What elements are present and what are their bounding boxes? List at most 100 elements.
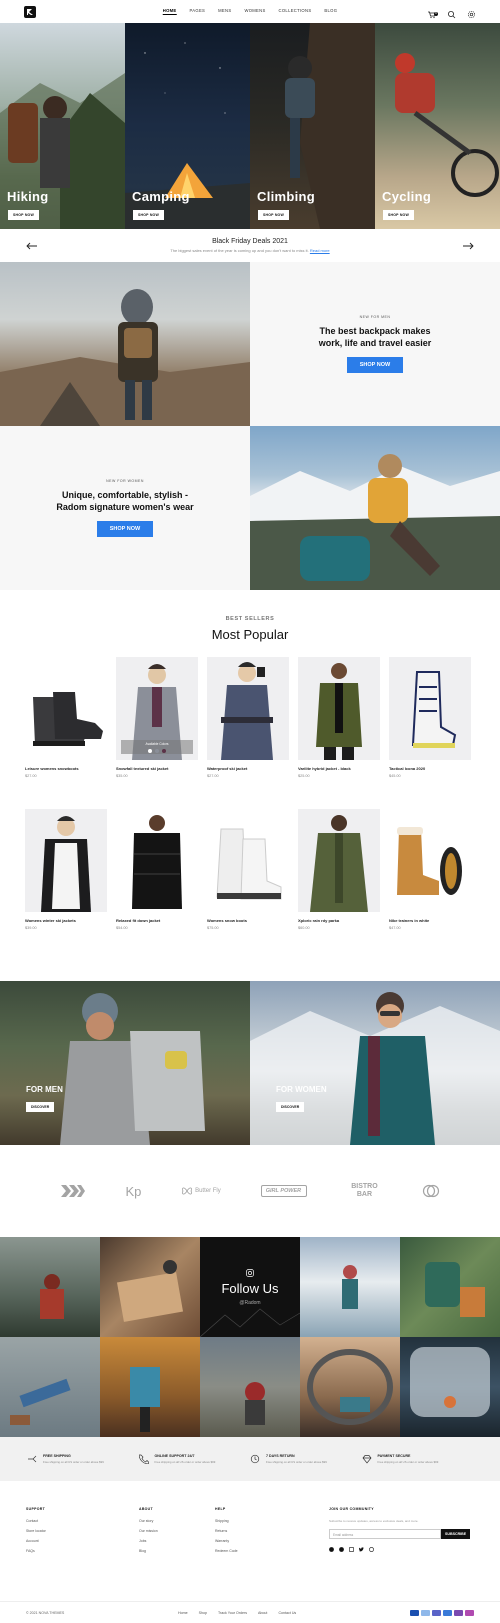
settings-icon[interactable] — [467, 6, 476, 19]
read-more-link[interactable]: Read more — [310, 248, 330, 253]
product-image[interactable] — [25, 657, 107, 760]
gallery-photo[interactable] — [300, 1337, 400, 1437]
nav-womens[interactable]: WOMENS — [244, 8, 265, 15]
arrow-left-icon[interactable] — [26, 242, 38, 250]
gallery-photo[interactable] — [0, 1237, 100, 1337]
facebook-icon[interactable] — [329, 1547, 334, 1552]
color-swatch[interactable] — [148, 749, 152, 753]
color-swatch[interactable] — [162, 749, 166, 753]
gallery-photo[interactable] — [200, 1337, 300, 1437]
product-card[interactable]: Varilite hybrid jacket - black $25.00 — [298, 657, 380, 809]
nav-home[interactable]: HOME — [162, 8, 177, 15]
hero-hiking[interactable]: Hiking SHOP NOW — [0, 23, 125, 229]
nav-mens[interactable]: MENS — [218, 8, 231, 15]
product-name[interactable]: Womens winter ski jackets — [25, 918, 107, 923]
footer-link[interactable]: Account — [26, 1539, 139, 1543]
instagram-handle[interactable]: @Radom — [239, 1300, 260, 1306]
shop-now-button[interactable]: SHOP NOW — [346, 357, 404, 373]
gallery-photo[interactable] — [0, 1337, 100, 1437]
shop-now-button[interactable]: SHOP NOW — [258, 210, 289, 220]
footer-link[interactable]: Our mission — [139, 1529, 215, 1533]
product-name[interactable]: Nike trainers in white — [389, 918, 471, 923]
product-name[interactable]: Waterproof ski jacket — [207, 766, 289, 771]
footer-link[interactable]: Jobs — [139, 1539, 215, 1543]
bottom-link[interactable]: About — [258, 1611, 267, 1615]
nav-blog[interactable]: BLOG — [324, 8, 337, 15]
for-men-banner[interactable]: FOR MEN DISCOVER — [0, 981, 250, 1145]
product-card[interactable]: Xploric rain rdy parka $60.00 — [298, 809, 380, 961]
hero-cycling[interactable]: Cycling SHOP NOW — [375, 23, 500, 229]
shop-now-button[interactable]: SHOP NOW — [96, 521, 154, 537]
cart-icon[interactable]: 0 — [427, 6, 438, 19]
twitter-icon[interactable] — [358, 1547, 364, 1552]
product-card[interactable]: Leisure womens snowboots $27.00 — [25, 657, 107, 809]
product-image[interactable] — [25, 809, 107, 912]
product-card[interactable]: Nike trainers in white $47.00 — [389, 809, 471, 961]
hero-climbing[interactable]: Climbing SHOP NOW — [250, 23, 375, 229]
product-image[interactable] — [389, 657, 471, 760]
brand-logo-butterfly[interactable]: Butter Fly — [181, 1185, 221, 1197]
footer-link[interactable]: Our story — [139, 1519, 215, 1523]
pinterest-icon[interactable] — [339, 1547, 344, 1552]
product-image[interactable]: Available Colors — [116, 657, 198, 760]
footer-link[interactable]: FAQs — [26, 1549, 139, 1553]
instagram-icon[interactable] — [349, 1547, 355, 1553]
brand-logo-kp[interactable]: Kp — [126, 1184, 142, 1199]
product-card[interactable]: Waterproof ski jacket $27.00 — [207, 657, 289, 809]
footer-link[interactable]: Warranty — [215, 1539, 329, 1543]
gallery-photo[interactable] — [400, 1337, 500, 1437]
for-women-banner[interactable]: FOR WOMEN DISCOVER — [250, 981, 500, 1145]
shop-now-button[interactable]: SHOP NOW — [133, 210, 164, 220]
dribbble-icon[interactable] — [369, 1547, 374, 1552]
gallery-photo[interactable] — [100, 1237, 200, 1337]
product-name[interactable]: Varilite hybrid jacket - black — [298, 766, 380, 771]
gallery-photo[interactable] — [100, 1337, 200, 1437]
hero-camping[interactable]: Camping SHOP NOW — [125, 23, 250, 229]
product-name[interactable]: Womens snow boots — [207, 918, 289, 923]
brand-logo-rings[interactable] — [422, 1184, 440, 1198]
product-image[interactable] — [207, 809, 289, 912]
product-name[interactable]: Tactical Icona 2020 — [389, 766, 471, 771]
product-name[interactable]: Snowfall textured ski jacket — [116, 766, 198, 771]
product-image[interactable] — [116, 809, 198, 912]
product-name[interactable]: Leisure womens snowboots — [25, 766, 107, 771]
bottom-link[interactable]: Home — [178, 1611, 188, 1615]
brand-logo-bistro-bar[interactable]: BISTRO BAR — [346, 1183, 382, 1199]
product-card[interactable]: Womens winter ski jackets $39.00 — [25, 809, 107, 961]
product-card[interactable]: Available Colors Snowfall textured ski j… — [116, 657, 198, 809]
footer-link[interactable]: Redeem Code — [215, 1549, 329, 1553]
email-input[interactable]: Email address — [329, 1529, 441, 1539]
product-image[interactable] — [207, 657, 289, 760]
product-name[interactable]: Relaxed fit down jacket — [116, 918, 198, 923]
gallery-photo[interactable] — [300, 1237, 400, 1337]
follow-us-tile[interactable]: Follow Us @Radom — [200, 1237, 300, 1337]
color-swatch[interactable] — [155, 749, 159, 753]
product-card[interactable]: Womens snow boots $75.00 — [207, 809, 289, 961]
footer-link[interactable]: Shipping — [215, 1519, 329, 1523]
product-image[interactable] — [298, 657, 380, 760]
bottom-link[interactable]: Shop — [199, 1611, 207, 1615]
discover-button[interactable]: DISCOVER — [276, 1102, 305, 1112]
arrow-right-icon[interactable] — [462, 242, 474, 250]
brand-logo-girl-power[interactable]: GIRL POWER — [260, 1185, 307, 1197]
bottom-link[interactable]: Track Your Orders — [218, 1611, 247, 1615]
subscribe-button[interactable]: SUBSCRIBE — [441, 1529, 471, 1539]
nav-collections[interactable]: COLLECTIONS — [279, 8, 312, 15]
footer-link[interactable]: Contact — [26, 1519, 139, 1523]
nav-pages[interactable]: PAGES — [190, 8, 206, 15]
logo[interactable] — [24, 5, 36, 18]
bottom-link[interactable]: Contact Us — [278, 1611, 296, 1615]
product-card[interactable]: Relaxed fit down jacket $54.00 — [116, 809, 198, 961]
footer-link[interactable]: Returns — [215, 1529, 329, 1533]
search-icon[interactable] — [447, 6, 456, 19]
footer-link[interactable]: Blog — [139, 1549, 215, 1553]
discover-button[interactable]: DISCOVER — [26, 1102, 55, 1112]
product-name[interactable]: Xploric rain rdy parka — [298, 918, 380, 923]
brand-logo-chevrons[interactable] — [60, 1184, 86, 1198]
footer-link[interactable]: Store locator — [26, 1529, 139, 1533]
shop-now-button[interactable]: SHOP NOW — [8, 210, 39, 220]
product-card[interactable]: Tactical Icona 2020 $45.00 — [389, 657, 471, 809]
gallery-photo[interactable] — [400, 1237, 500, 1337]
product-image[interactable] — [298, 809, 380, 912]
product-image[interactable] — [389, 809, 471, 912]
